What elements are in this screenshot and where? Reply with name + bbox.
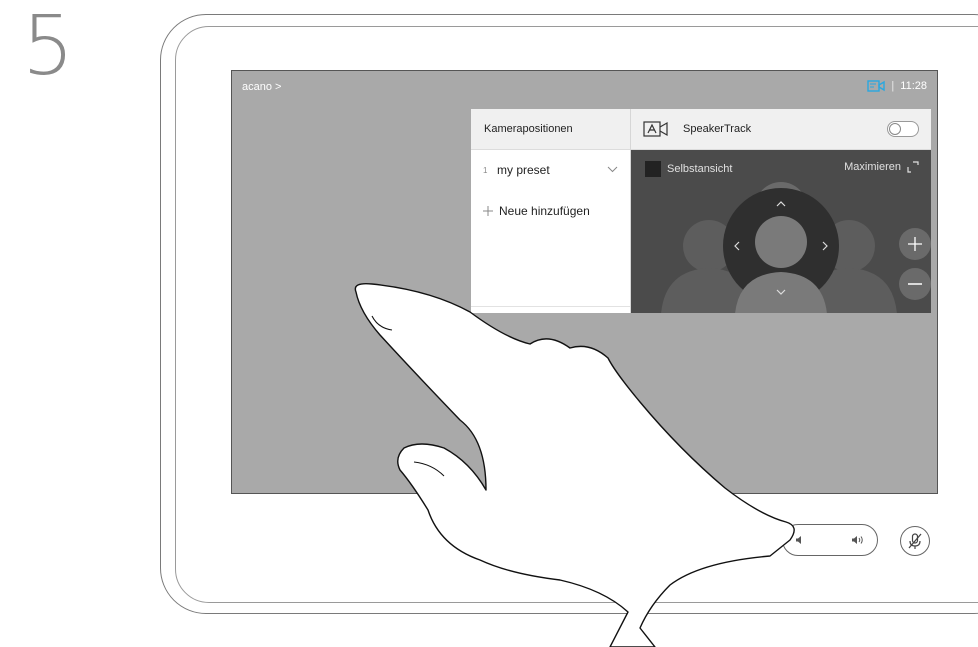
mute-microphone-button[interactable] — [900, 526, 930, 556]
preset-item[interactable]: 1 my preset — [471, 150, 630, 191]
mic-muted-icon — [908, 533, 922, 549]
clock: 11:28 — [900, 80, 927, 92]
speakertrack-row: SpeakerTrack — [631, 109, 931, 150]
step-number: 5 — [22, 0, 75, 94]
speakertrack-icon — [643, 121, 669, 137]
add-preset-button[interactable]: Neue hinzufügen — [471, 191, 630, 231]
touch-screen[interactable]: acano > | 11:28 Kamerapositionen 1 my pr… — [231, 70, 938, 494]
status-bar: | 11:28 — [867, 80, 927, 92]
volume-up-icon[interactable] — [851, 535, 865, 545]
camera-preview[interactable]: Selbstansicht Maximieren — [631, 150, 931, 313]
camera-icon[interactable] — [867, 80, 886, 92]
zoom-in-button[interactable] — [899, 228, 931, 260]
volume-control[interactable] — [782, 524, 878, 556]
speakertrack-label: SpeakerTrack — [683, 123, 752, 135]
status-separator: | — [891, 80, 895, 92]
pan-right-icon — [822, 241, 828, 251]
volume-slider[interactable] — [782, 524, 878, 556]
minus-icon — [908, 283, 922, 285]
presets-panel: Kamerapositionen 1 my preset Neue hinzuf… — [471, 109, 631, 313]
plus-icon — [483, 204, 499, 219]
add-preset-label: Neue hinzufügen — [499, 204, 590, 218]
tilt-up-icon — [776, 201, 786, 207]
pan-left-icon — [734, 241, 740, 251]
tilt-down-icon — [776, 289, 786, 295]
presets-header: Kamerapositionen — [471, 109, 630, 150]
plus-icon — [908, 237, 922, 251]
volume-down-icon[interactable] — [795, 535, 805, 545]
chevron-down-icon[interactable] — [607, 165, 618, 176]
toggle-knob — [889, 123, 901, 135]
divider — [471, 306, 630, 307]
preset-index: 1 — [483, 165, 488, 175]
preset-label: my preset — [497, 163, 550, 177]
breadcrumb[interactable]: acano > — [242, 81, 281, 93]
speakertrack-toggle[interactable] — [887, 121, 919, 137]
camera-control-popup: Kamerapositionen 1 my preset Neue hinzuf… — [471, 109, 931, 313]
camera-pane: SpeakerTrack Selbstansicht Maximieren — [631, 109, 931, 313]
zoom-out-button[interactable] — [899, 268, 931, 300]
pan-tilt-controls — [734, 201, 828, 295]
